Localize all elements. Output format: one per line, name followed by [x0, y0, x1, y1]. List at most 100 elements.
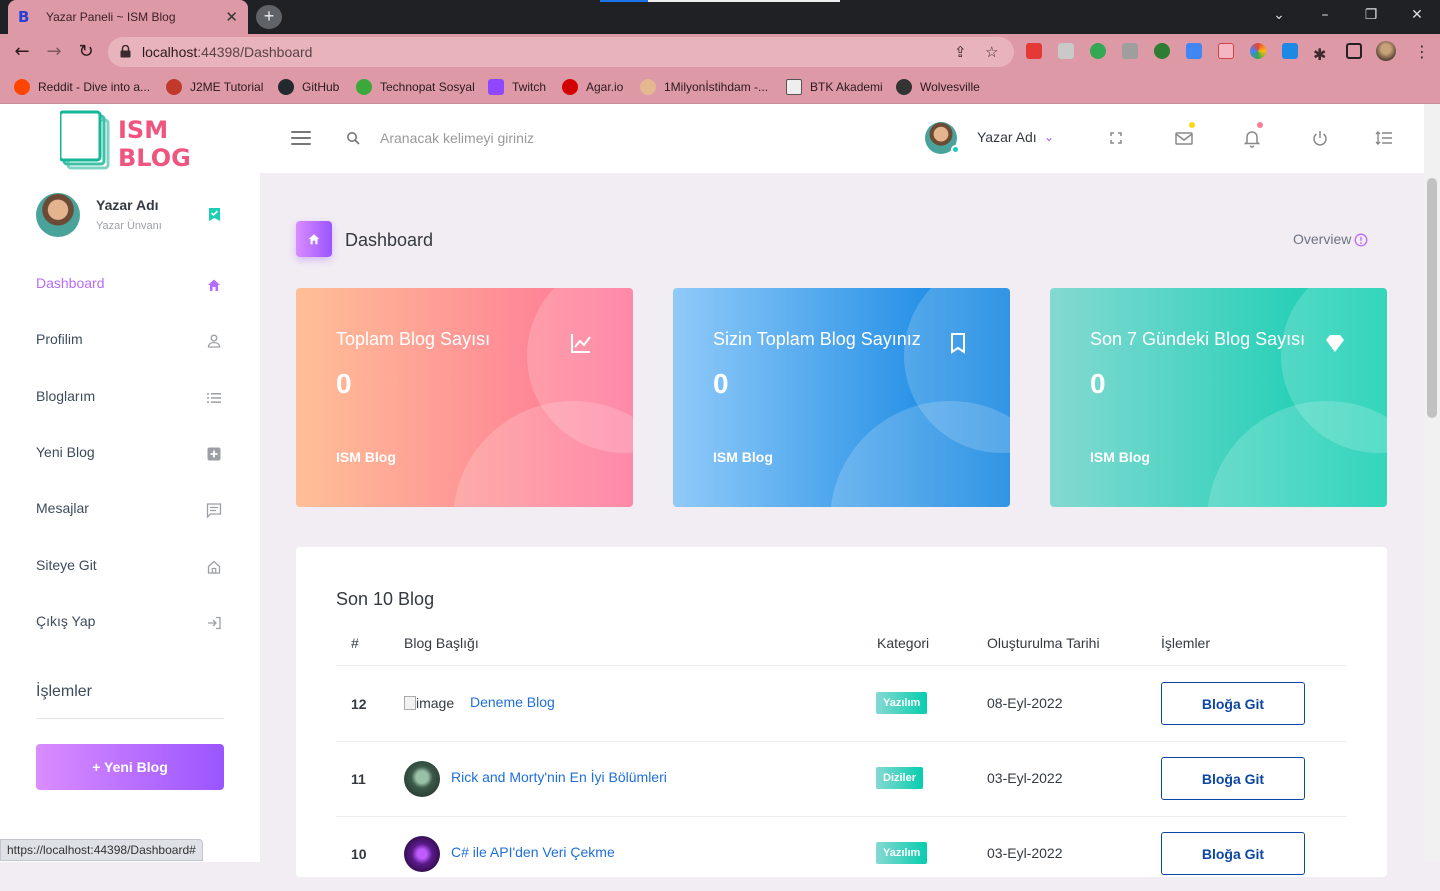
go-to-blog-button[interactable]: Bloğa Git	[1161, 682, 1305, 725]
extension-icon[interactable]	[1122, 43, 1138, 59]
bookmarks-bar: Reddit - Dive into a... J2ME Tutorial Gi…	[0, 70, 1440, 104]
browser-tab[interactable]: B Yazar Paneli ~ ISM Blog ✕	[8, 0, 248, 34]
bookmark-item[interactable]: J2ME Tutorial	[166, 77, 263, 97]
menu-toggle-icon[interactable]	[291, 131, 311, 145]
menu-dots-icon[interactable]: ⋮	[1414, 42, 1430, 61]
table-row: 10 C# ile API'den Veri Çekme Yazılım 03-…	[336, 816, 1347, 891]
bookmark-item[interactable]: BTK Akademi	[786, 77, 883, 97]
sidebar-item-label: Dashboard	[36, 275, 105, 291]
house-icon	[207, 560, 221, 574]
tab-search-icon[interactable]: ⌄	[1256, 0, 1302, 34]
globe-extension-icon[interactable]	[1154, 43, 1170, 59]
reload-button[interactable]: ↻	[74, 40, 98, 64]
check-extension-icon[interactable]	[1090, 43, 1106, 59]
address-bar[interactable]: localhost:44398/Dashboard ⇪ ☆	[108, 37, 1014, 67]
bookmark-item[interactable]: Technopat Sosyal	[356, 77, 475, 97]
islemler-heading: İşlemler	[36, 683, 93, 700]
go-to-blog-button[interactable]: Bloğa Git	[1161, 832, 1305, 875]
minimize-button[interactable]: –	[1302, 0, 1348, 34]
chevron-down-icon[interactable]: ⌄	[1044, 130, 1054, 144]
sort-lines-icon[interactable]	[1374, 128, 1394, 148]
bookmark-item[interactable]: Wolvesville	[896, 77, 980, 97]
sidebar-profile[interactable]: Yazar Adı Yazar Ünvanı	[0, 173, 260, 257]
profile-avatar-icon[interactable]	[1376, 41, 1396, 61]
sidebar-item-siteye-git[interactable]: Siteye Git	[0, 539, 260, 595]
lock-icon	[120, 45, 131, 58]
bookmark-check-icon	[209, 208, 220, 221]
extensions-puzzle-icon[interactable]: ✱	[1313, 45, 1326, 64]
diamond-icon	[1326, 335, 1344, 352]
column-header-title: Blog Başlığı	[404, 635, 479, 651]
power-icon[interactable]	[1310, 128, 1330, 148]
sidepanel-icon[interactable]	[1346, 43, 1362, 59]
message-icon	[206, 503, 222, 518]
bookmark-item[interactable]: Twitch	[488, 77, 546, 97]
overview-link[interactable]: Overview	[1293, 231, 1351, 247]
shield-extension-icon[interactable]	[1058, 43, 1074, 59]
page-scrollbar[interactable]	[1424, 104, 1440, 862]
mail-icon[interactable]	[1174, 128, 1194, 148]
fullscreen-icon[interactable]	[1106, 128, 1126, 148]
address-text: localhost:44398/Dashboard	[142, 44, 313, 60]
notification-badge	[1257, 122, 1263, 128]
sidebar-item-label: Bloglarım	[36, 388, 96, 404]
logout-icon	[208, 616, 221, 630]
image-alt-text: image	[416, 695, 455, 711]
broken-image: image	[404, 695, 454, 711]
close-tab-icon[interactable]: ✕	[225, 8, 238, 26]
color-extension-icon[interactable]	[1250, 43, 1266, 59]
sidebar-item-cikis-yap[interactable]: Çıkış Yap	[0, 595, 260, 651]
page-title: Dashboard	[345, 230, 434, 250]
sidebar-item-profilim[interactable]: Profilim	[0, 313, 260, 369]
row-id: 11	[351, 771, 366, 787]
ism-blog-logo[interactable]: ISM BLOG	[60, 110, 210, 170]
new-blog-button[interactable]: + Yeni Blog	[36, 744, 224, 790]
sidebar-item-mesajlar[interactable]: Mesajlar	[0, 482, 260, 538]
created-date: 08-Eyl-2022	[987, 695, 1063, 711]
tab-strip-indicator	[600, 0, 840, 2]
navbar-user-name[interactable]: Yazar Adı	[977, 129, 1037, 145]
created-date: 03-Eyl-2022	[987, 770, 1063, 786]
reddit-icon	[14, 79, 30, 95]
card-title: Son 7 Gündeki Blog Sayısı	[1090, 329, 1306, 349]
browser-status-url: https://localhost:44398/Dashboard#	[0, 839, 203, 861]
scrollbar-thumb[interactable]	[1427, 178, 1437, 418]
card-value: 0	[713, 368, 729, 399]
extension-icon[interactable]	[1218, 43, 1234, 59]
download-icon[interactable]	[1282, 43, 1298, 59]
sidebar-item-yeni-blog[interactable]: Yeni Blog	[0, 426, 260, 482]
profile-title: Yazar Ünvanı	[96, 220, 162, 232]
bell-icon[interactable]	[1242, 128, 1262, 148]
user-avatar[interactable]	[925, 122, 960, 154]
go-to-blog-button[interactable]: Bloğa Git	[1161, 757, 1305, 800]
user-icon	[207, 334, 221, 348]
bookmark-item[interactable]: GitHub	[278, 77, 339, 97]
sidebar: Yazar Adı Yazar Ünvanı Dashboard Profili…	[0, 173, 260, 862]
card-subtitle: ISM Blog	[1090, 449, 1150, 465]
restore-button[interactable]: ❐	[1348, 0, 1394, 34]
bookmark-item[interactable]: 1Milyonİstihdam -...	[640, 77, 768, 97]
forward-button[interactable]: →	[42, 40, 66, 64]
j2me-icon	[166, 79, 182, 95]
extension-icon[interactable]	[1026, 43, 1042, 59]
agario-icon	[562, 79, 578, 95]
close-window-button[interactable]: ✕	[1394, 0, 1440, 34]
bookmark-icon	[951, 333, 965, 354]
translate-extension-icon[interactable]	[1186, 43, 1202, 59]
search-input[interactable]	[380, 126, 680, 150]
technopat-icon	[356, 79, 372, 95]
blog-title-link[interactable]: C# ile API'den Veri Çekme	[451, 844, 615, 860]
blog-title-link[interactable]: Deneme Blog	[470, 694, 555, 710]
sidebar-item-bloglarim[interactable]: Bloglarım	[0, 370, 260, 426]
home-icon	[208, 279, 220, 291]
sidebar-item-dashboard[interactable]: Dashboard	[0, 257, 260, 313]
bookmark-item[interactable]: Agar.io	[562, 77, 623, 97]
back-button[interactable]: ←	[10, 40, 34, 64]
info-circle-icon[interactable]	[1354, 233, 1368, 247]
bookmark-star-icon[interactable]: ☆	[985, 43, 998, 61]
bookmark-item[interactable]: Reddit - Dive into a...	[14, 77, 150, 97]
blog-title-link[interactable]: Rick and Morty'nin En İyi Bölümleri	[451, 769, 667, 785]
recent-blogs-card: Son 10 Blog # Blog Başlığı Kategori Oluş…	[296, 547, 1387, 877]
new-tab-button[interactable]: +	[256, 5, 282, 29]
share-icon[interactable]: ⇪	[954, 43, 967, 61]
